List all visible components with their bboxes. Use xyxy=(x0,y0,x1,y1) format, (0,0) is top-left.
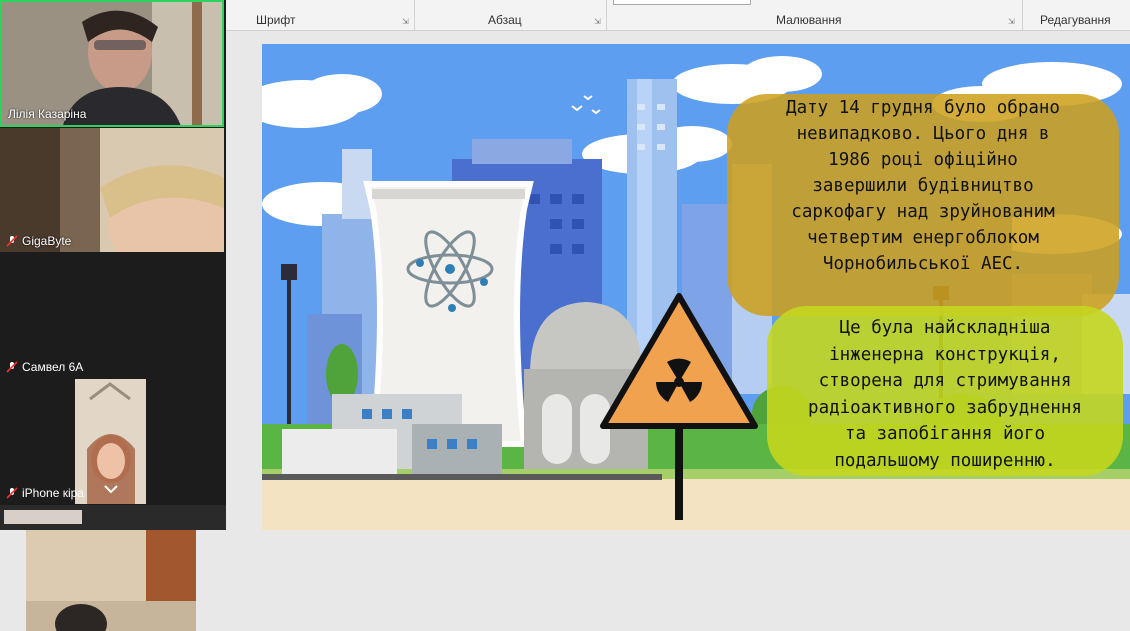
thumbnail xyxy=(4,510,82,524)
callout-line: саркофагу над зруйнованим xyxy=(791,202,1055,222)
ribbon-divider xyxy=(414,0,415,30)
participant-tile[interactable]: iPhone кіра xyxy=(0,379,224,504)
dialog-launcher-icon[interactable]: ⇲ xyxy=(402,17,409,26)
ribbon-toolbar: Шрифт ⇲ Абзац ⇲ Малювання ⇲ Редагування xyxy=(226,0,1130,31)
callout-line: та запобігання його xyxy=(844,424,1046,444)
participant-name: GigaByte xyxy=(6,234,71,248)
info-callout-2: Це була найскладніша інженерна конструкц… xyxy=(767,306,1123,476)
mic-muted-icon xyxy=(6,487,18,499)
dialog-launcher-icon[interactable]: ⇲ xyxy=(1008,17,1015,26)
chevron-down-icon[interactable] xyxy=(103,484,119,494)
ribbon-group-editing[interactable]: Редагування xyxy=(1040,13,1111,27)
ribbon-group-font[interactable]: Шрифт xyxy=(256,13,295,27)
callout-line: радіоактивного забруднення xyxy=(808,397,1082,418)
panel-footer xyxy=(0,505,226,530)
ribbon-divider xyxy=(606,0,607,30)
presentation-slide: Дату 14 грудня було обрано невипадково. … xyxy=(262,44,1130,530)
ribbon-group-paragraph[interactable]: Абзац xyxy=(488,13,522,27)
callout-line: 1986 році офіційно xyxy=(828,150,1018,170)
callout-line: Це була найскладніша xyxy=(839,318,1051,338)
ribbon-group-drawing[interactable]: Малювання xyxy=(776,13,841,27)
mic-muted-icon xyxy=(6,235,18,247)
participant-name: Лілія Казаріна xyxy=(8,107,87,121)
participant-tile[interactable]: Самвел 6А xyxy=(0,253,224,631)
participant-tile[interactable]: GigaByte xyxy=(0,128,224,252)
callout-line: Чорнобильської АЕС. xyxy=(822,254,1024,274)
mic-muted-icon xyxy=(6,361,18,373)
callout-line: подальшому поширенню. xyxy=(834,450,1056,471)
participant-tile[interactable]: Лілія Казаріна xyxy=(0,0,224,127)
shapes-gallery[interactable] xyxy=(613,0,751,5)
callout-line: створена для стримування xyxy=(818,371,1072,391)
callout-line: завершили будівництво xyxy=(812,176,1034,196)
callout-line: четвертим енергоблоком xyxy=(807,228,1039,248)
callout-line: Дату 14 грудня було обрано xyxy=(786,98,1060,118)
participant-name: iPhone кіра xyxy=(6,486,84,500)
info-callout-1: Дату 14 грудня було обрано невипадково. … xyxy=(727,94,1119,316)
participant-name: Самвел 6А xyxy=(6,360,83,374)
dialog-launcher-icon[interactable]: ⇲ xyxy=(594,17,601,26)
callout-line: інженерна конструкція, xyxy=(829,344,1061,365)
video-participants-panel: Лілія Казаріна GigaByte Самвел 6А iPhone… xyxy=(0,0,226,631)
ribbon-divider xyxy=(1022,0,1023,30)
callout-line: невипадково. Цього дня в xyxy=(796,124,1050,144)
